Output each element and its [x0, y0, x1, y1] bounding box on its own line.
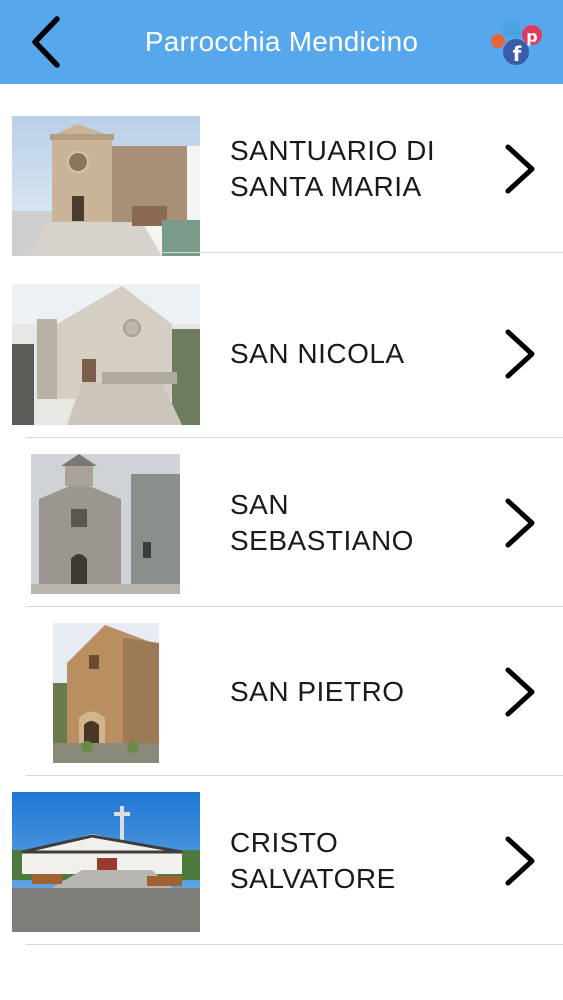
list-item-san-sebastiano[interactable]: SAN SEBASTIANO: [0, 438, 563, 607]
chevron-right-icon: [505, 329, 535, 378]
row-divider: [26, 252, 563, 253]
church-name: SAN PIETRO: [230, 675, 405, 707]
list-item-san-pietro[interactable]: SAN PIETRO: [0, 607, 563, 776]
chevron-right-icon: [505, 144, 535, 193]
svg-text:f: f: [513, 42, 522, 66]
list-item-san-nicola[interactable]: SAN NICOLA: [0, 269, 563, 438]
app-header: Parrocchia Mendicino p f: [0, 0, 563, 84]
page-title: Parrocchia Mendicino: [144, 26, 419, 57]
church-photo: [12, 116, 200, 256]
chevron-right-icon: [505, 498, 535, 547]
church-photo: [12, 284, 200, 425]
social-share-button[interactable]: p f: [488, 16, 550, 70]
church-name: CRISTO SALVATORE: [230, 826, 396, 894]
chevron-right-icon: [505, 836, 535, 885]
social-share-icon: p f: [491, 20, 542, 66]
church-photo: [53, 623, 159, 763]
list-item-cristo-salvatore[interactable]: CRISTO SALVATORE: [0, 776, 563, 945]
church-name: SANTUARIO DI SANTA MARIA: [230, 134, 436, 202]
chevron-left-icon: [32, 16, 60, 68]
list-item-santuario-di-santa-maria[interactable]: SANTUARIO DI SANTA MARIA: [0, 84, 563, 256]
back-button[interactable]: [22, 14, 70, 70]
row-divider: [26, 944, 563, 945]
church-name: SAN SEBASTIANO: [230, 488, 414, 556]
svg-text:p: p: [526, 27, 537, 46]
church-name: SAN NICOLA: [230, 337, 405, 369]
church-photo: [31, 454, 180, 594]
chevron-right-icon: [505, 667, 535, 716]
church-photo: [12, 792, 200, 932]
